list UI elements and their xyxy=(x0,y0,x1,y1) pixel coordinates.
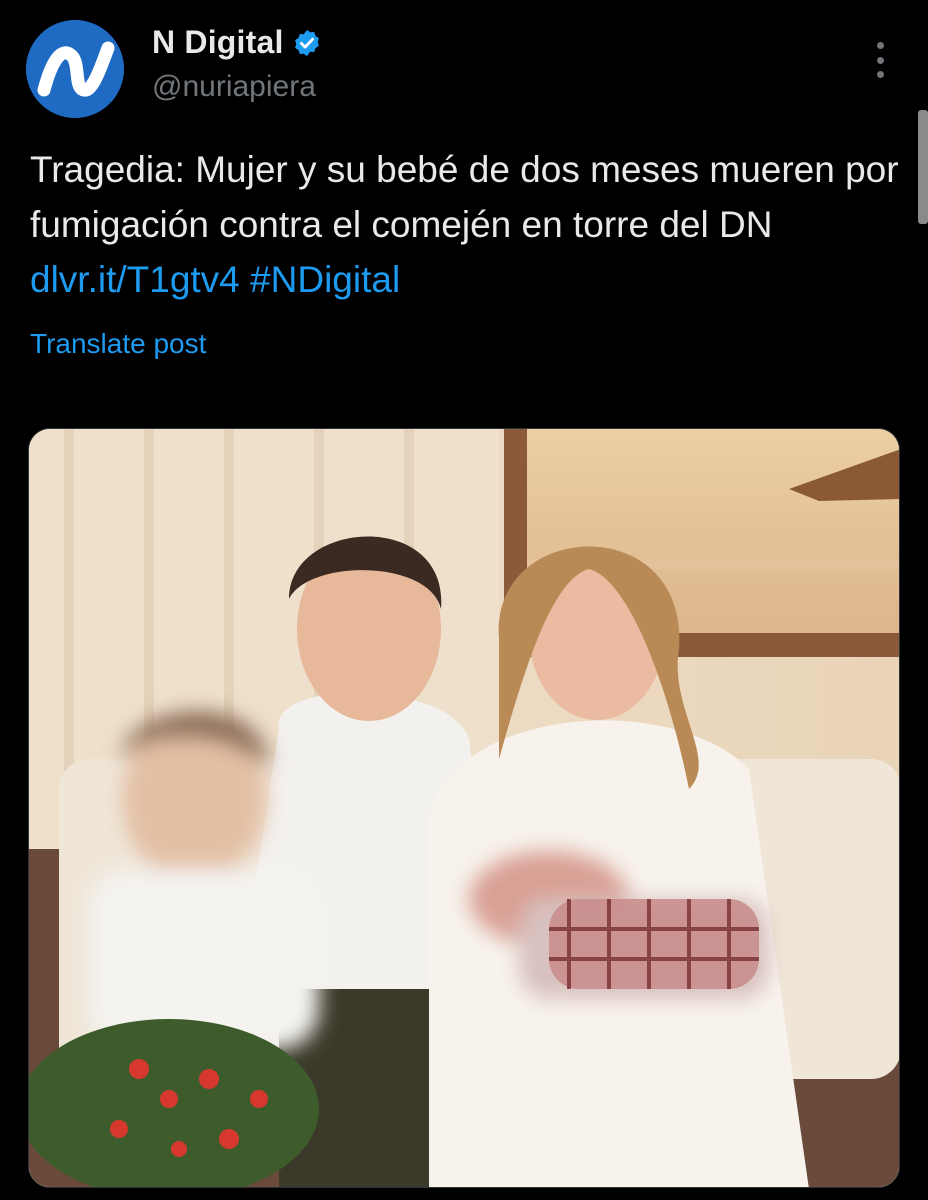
post-body-text: Tragedia: Mujer y su bebé de dos meses m… xyxy=(30,149,899,245)
n-digital-logo-icon xyxy=(26,20,124,118)
post-link[interactable]: dlvr.it/T1gtv4 xyxy=(30,259,240,300)
post-text: Tragedia: Mujer y su bebé de dos meses m… xyxy=(30,142,900,307)
verified-badge-icon xyxy=(294,29,319,56)
post-hashtag[interactable]: #NDigital xyxy=(250,259,400,300)
more-options-icon[interactable] xyxy=(862,40,898,80)
post-photo[interactable] xyxy=(28,428,900,1188)
translate-post-button[interactable]: Translate post xyxy=(30,328,206,360)
post: N Digital @nuriapiera Tragedia: Mujer y … xyxy=(0,0,928,1200)
handle[interactable]: @nuriapiera xyxy=(152,70,316,104)
display-name[interactable]: N Digital xyxy=(152,24,284,61)
avatar[interactable] xyxy=(26,20,124,118)
family-photo-image xyxy=(29,429,899,1187)
scrollbar[interactable] xyxy=(918,110,928,224)
author-row: N Digital xyxy=(152,24,322,61)
